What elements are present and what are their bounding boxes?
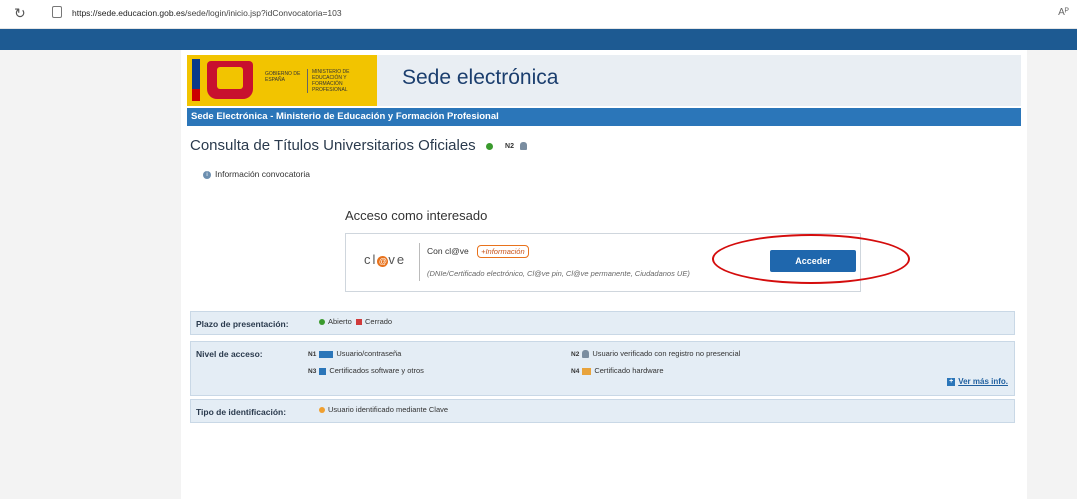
coat-of-arms-detail-icon xyxy=(217,67,243,89)
open-icon xyxy=(319,319,325,326)
government-logo[interactable]: GOBIERNO DE ESPAÑA MINISTERIO DE EDUCACI… xyxy=(187,55,377,106)
navbar: Sede Electrónica - Ministerio de Educaci… xyxy=(187,108,1021,126)
nivel-n2: N2 Usuario verificado con registro no pre… xyxy=(571,349,741,359)
page-container: GOBIERNO DE ESPAÑA MINISTERIO DE EDUCACI… xyxy=(181,50,1027,499)
status-open-icon xyxy=(485,142,493,150)
gobierno-label: GOBIERNO DE ESPAÑA xyxy=(265,71,301,83)
clave-logo-pre: cl xyxy=(364,252,378,267)
card-icon xyxy=(582,367,592,375)
highlight-ellipse xyxy=(712,234,910,284)
info-link-label: Información convocatoria xyxy=(215,169,310,179)
closed-icon xyxy=(356,319,362,326)
nivel-n1: N1 Usuario/contraseña xyxy=(308,349,401,358)
clave-logo-at-icon: @ xyxy=(377,256,389,267)
info-link[interactable]: i Información convocatoria xyxy=(203,169,310,179)
reload-icon[interactable]: ↻ xyxy=(14,5,26,22)
ministerio-label: MINISTERIO DE EDUCACIÓN Y FORMACIÓN PROF… xyxy=(307,69,378,93)
n2-label: Usuario verificado con registro no prese… xyxy=(592,349,741,358)
ver-mas-info-label: Ver más info. xyxy=(958,377,1008,386)
clave-logo: cl@ve xyxy=(364,252,406,267)
clave-icon xyxy=(319,407,325,414)
n4-badge: N4 xyxy=(571,368,580,375)
top-strip xyxy=(0,29,1077,50)
plus-icon: + xyxy=(947,377,956,386)
browser-address-bar: ↻ https://sede.educacion.gob.es/sede/log… xyxy=(0,0,1077,29)
access-title: Acceso como interesado xyxy=(345,208,488,223)
mas-informacion-button[interactable]: +Información xyxy=(477,245,529,258)
tipo-label: Tipo de identificación: xyxy=(196,407,287,417)
plazo-cerrado: Cerrado xyxy=(356,317,392,326)
n3-badge: N3 xyxy=(308,368,317,375)
certificate-icon xyxy=(319,367,327,375)
header-banner: GOBIERNO DE ESPAÑA MINISTERIO DE EDUCACI… xyxy=(187,55,1021,106)
n1-badge: N1 xyxy=(308,351,317,358)
plazo-abierto: Abierto xyxy=(319,317,352,326)
n4-label: Certificado hardware xyxy=(594,366,664,375)
nivel-panel: Nivel de acceso: N1 Usuario/contraseña N2… xyxy=(190,341,1015,396)
page-title: Consulta de Títulos Universitarios Ofici… xyxy=(190,137,476,154)
clave-con-label: Con cl@ve xyxy=(427,246,469,256)
n1-label: Usuario/contraseña xyxy=(336,349,402,358)
url-field[interactable]: https://sede.educacion.gob.es/sede/login… xyxy=(72,8,342,18)
nivel-label: Nivel de acceso: xyxy=(196,349,263,359)
user-verified-icon xyxy=(582,350,590,359)
tipo-panel: Tipo de identificación: Usuario identifi… xyxy=(190,399,1015,423)
clave-con-row: Con cl@ve +Información xyxy=(427,245,529,258)
n3-label: Certificados software y otros xyxy=(329,366,424,375)
plazo-label: Plazo de presentación: xyxy=(196,319,289,329)
plazo-panel: Plazo de presentación: Abierto Cerrado xyxy=(190,311,1015,335)
tipo-value-label: Usuario identificado mediante Clave xyxy=(328,405,449,414)
clave-subtitle: (DNIe/Certificado electrónico, Cl@ve pin… xyxy=(427,269,690,278)
nivel-n4: N4 Certificado hardware xyxy=(571,366,664,375)
url-host: https://sede.educacion.gob.es xyxy=(72,8,185,18)
plazo-abierto-label: Abierto xyxy=(328,317,352,326)
url-path: /sede/login/inicio.jsp?idConvocatoria=10… xyxy=(184,8,342,18)
plazo-cerrado-label: Cerrado xyxy=(365,317,393,326)
info-icon: i xyxy=(203,170,211,179)
n2-badge: N2 xyxy=(571,351,580,358)
level-badge: N2 xyxy=(505,142,514,150)
ver-mas-info-link[interactable]: + Ver más info. xyxy=(947,377,1008,386)
sede-title: Sede electrónica xyxy=(402,66,559,89)
clave-logo-post: ve xyxy=(388,252,407,267)
user-password-icon xyxy=(319,350,334,358)
reader-mode-icon[interactable]: Aᴾ xyxy=(1058,7,1069,18)
divider xyxy=(419,243,420,281)
nivel-n3: N3 Certificados software y otros xyxy=(308,366,424,375)
tipo-value: Usuario identificado mediante Clave xyxy=(319,405,448,414)
page-title-row: Consulta de Títulos Universitarios Ofici… xyxy=(190,137,528,154)
spain-flag-icon xyxy=(192,89,200,101)
lock-icon[interactable] xyxy=(52,6,62,18)
user-verified-icon xyxy=(520,142,528,151)
